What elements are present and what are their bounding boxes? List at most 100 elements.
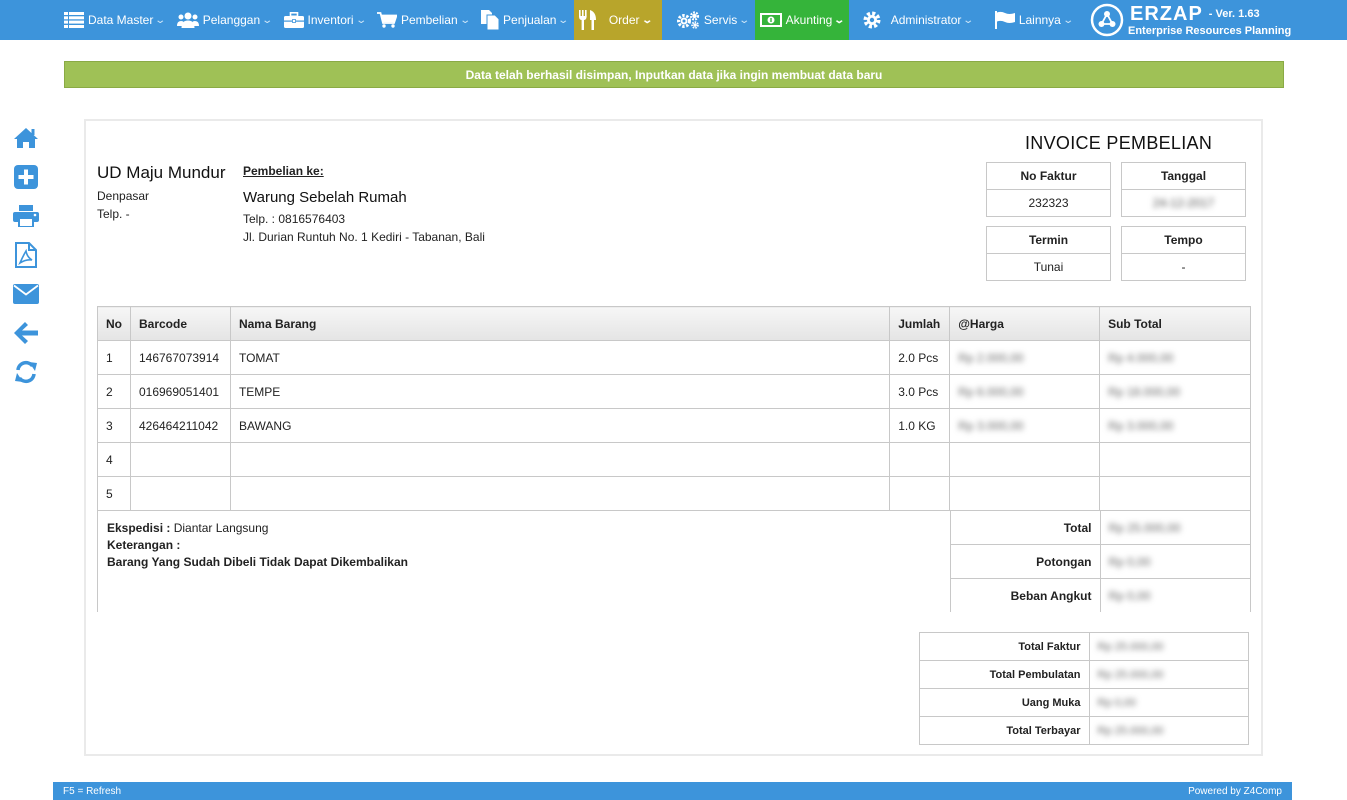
pdf-button[interactable] <box>12 241 40 269</box>
nav-penjualan[interactable]: Penjualan ⌄ <box>475 0 574 40</box>
cell-jumlah: 1.0 KG <box>889 408 951 443</box>
beban-angkut-value: Rp 0,00 <box>1108 588 1151 603</box>
grand-totals-table: Total Faktur Rp 25.000,00 Total Pembulat… <box>919 632 1249 745</box>
cell-harga: Rp 2.000,00 <box>958 350 1024 365</box>
chevron-down-icon: ⌄ <box>1062 14 1074 26</box>
brand-name: ERZAP <box>1130 2 1203 25</box>
cell-no: 1 <box>97 340 131 375</box>
nav-pelanggan[interactable]: Pelanggan ⌄ <box>171 0 278 40</box>
total-pembulatan-value: Rp 25.000,00 <box>1097 668 1164 681</box>
chevron-down-icon: ⌄ <box>962 14 975 26</box>
chevron-down-icon: ⌄ <box>738 14 751 26</box>
no-faktur-box: No Faktur 232323 <box>986 162 1111 217</box>
home-button[interactable] <box>12 124 40 152</box>
nav-pembelian[interactable]: Pembelian ⌄ <box>371 0 475 40</box>
brand-version: - Ver. 1.63 <box>1208 8 1260 20</box>
total-terbayar-value: Rp 25.000,00 <box>1097 724 1164 737</box>
brand-subtitle: Enterprise Resources Planning <box>1128 25 1292 37</box>
nav-lainnya[interactable]: Lainnya ⌄ <box>979 0 1078 40</box>
cell-no: 3 <box>97 408 131 443</box>
tanggal-box: Tanggal 24-12-2017 <box>1121 162 1246 217</box>
success-alert: Data telah berhasil disimpan, Inputkan d… <box>64 61 1284 88</box>
refresh-icon <box>15 360 37 384</box>
list-icon <box>64 12 84 28</box>
cell-jumlah <box>889 442 951 477</box>
invoice-notes: Ekspedisi : Diantar Langsung Keterangan … <box>97 510 951 613</box>
cell-subtotal: Rp 4.000,00 <box>1108 350 1174 365</box>
recipient-address: Jl. Durian Runtuh No. 1 Kediri - Tabanan… <box>243 230 485 244</box>
cell-barcode: 016969051401 <box>129 374 231 409</box>
brand[interactable]: ERZAP - Ver. 1.63 Enterprise Resources P… <box>1090 2 1291 38</box>
ekspedisi-label: Ekspedisi : <box>107 521 171 535</box>
nav-label: Akunting <box>785 13 833 27</box>
tempo-value: - <box>1181 260 1186 274</box>
company-city: Denpasar <box>97 189 150 203</box>
email-button[interactable] <box>12 280 40 308</box>
nav-label: Administrator <box>890 13 962 27</box>
cell-jumlah: 3.0 Pcs <box>889 374 951 409</box>
termin-value: Tunai <box>1033 260 1064 274</box>
print-button[interactable] <box>12 202 40 230</box>
cell-no: 4 <box>97 442 131 477</box>
nav-servis[interactable]: Servis ⌄ <box>662 0 755 40</box>
cell-nama <box>229 476 891 511</box>
chevron-down-icon: ⌄ <box>261 14 274 26</box>
gears-icon <box>676 11 700 29</box>
nav-label: Order <box>608 13 640 27</box>
beban-angkut-label: Beban Angkut <box>950 578 1101 613</box>
money-icon <box>759 13 782 27</box>
tanggal-value: 24-12-2017 <box>1152 196 1215 210</box>
cell-harga: Rp 6.000,00 <box>958 384 1024 399</box>
chevron-down-icon: ⌄ <box>154 14 167 26</box>
gear-icon <box>863 11 881 29</box>
totals-table: Total Rp 25.000,00 Potongan Rp 0,00 Beba… <box>950 510 1251 613</box>
col-no: No <box>97 306 131 341</box>
ekspedisi-value: Diantar Langsung <box>173 521 269 535</box>
col-barcode: Barcode <box>129 306 231 341</box>
total-label: Total <box>950 510 1101 545</box>
cell-barcode: 426464211042 <box>129 408 231 443</box>
potongan-value: Rp 0,00 <box>1108 554 1151 569</box>
refresh-button[interactable] <box>12 358 40 386</box>
nav-akunting[interactable]: Akunting ⌄ <box>754 0 849 40</box>
uang-muka-label: Uang Muka <box>919 688 1090 717</box>
termin-box: Termin Tunai <box>986 226 1111 281</box>
nav-order[interactable]: Order ⌄ <box>573 0 662 40</box>
chevron-down-icon: ⌄ <box>640 14 653 26</box>
nav-data-master[interactable]: Data Master ⌄ <box>58 0 171 40</box>
invoice-title: INVOICE PEMBELIAN <box>1025 133 1213 153</box>
grand-row: Total Pembulatan Rp 25.000,00 <box>919 660 1249 689</box>
total-faktur-label: Total Faktur <box>919 632 1090 661</box>
recipient-telp: Telp. : 0816576403 <box>243 212 346 226</box>
recipient-name: Warung Sebelah Rumah <box>243 189 407 206</box>
cell-harga <box>949 442 1101 477</box>
cell-barcode <box>129 442 231 477</box>
nav-administrator[interactable]: Administrator ⌄ <box>849 0 979 40</box>
add-button[interactable] <box>12 163 40 191</box>
nav-label: Pembelian <box>400 13 458 27</box>
tempo-label: Tempo <box>1122 227 1245 254</box>
envelope-icon <box>13 284 39 304</box>
cell-barcode: 146767073914 <box>129 340 231 375</box>
company-telp: Telp. - <box>97 207 130 221</box>
flag-icon <box>994 11 1015 29</box>
grand-row: Total Faktur Rp 25.000,00 <box>919 632 1249 661</box>
left-toolbar <box>12 124 40 397</box>
chevron-down-icon: ⌄ <box>458 14 471 26</box>
chevron-down-icon: ⌄ <box>557 14 570 26</box>
col-subtotal: Sub Total <box>1099 306 1251 341</box>
cell-subtotal: Rp 18.000,00 <box>1108 384 1181 399</box>
grand-row: Uang Muka Rp 0,00 <box>919 688 1249 717</box>
cell-barcode <box>129 476 231 511</box>
col-harga: @Harga <box>949 306 1101 341</box>
chevron-down-icon: ⌄ <box>833 14 846 26</box>
cell-nama: TEMPE <box>229 374 891 409</box>
return-policy: Barang Yang Sudah Dibeli Tidak Dapat Dik… <box>107 555 408 569</box>
back-button[interactable] <box>12 319 40 347</box>
total-row: Total Rp 25.000,00 <box>950 510 1251 545</box>
nav-inventori[interactable]: Inventori ⌄ <box>278 0 371 40</box>
company-name: UD Maju Mundur <box>97 163 226 182</box>
nav-label: Servis <box>703 13 738 27</box>
print-icon <box>13 205 39 227</box>
briefcase-icon <box>283 12 304 28</box>
